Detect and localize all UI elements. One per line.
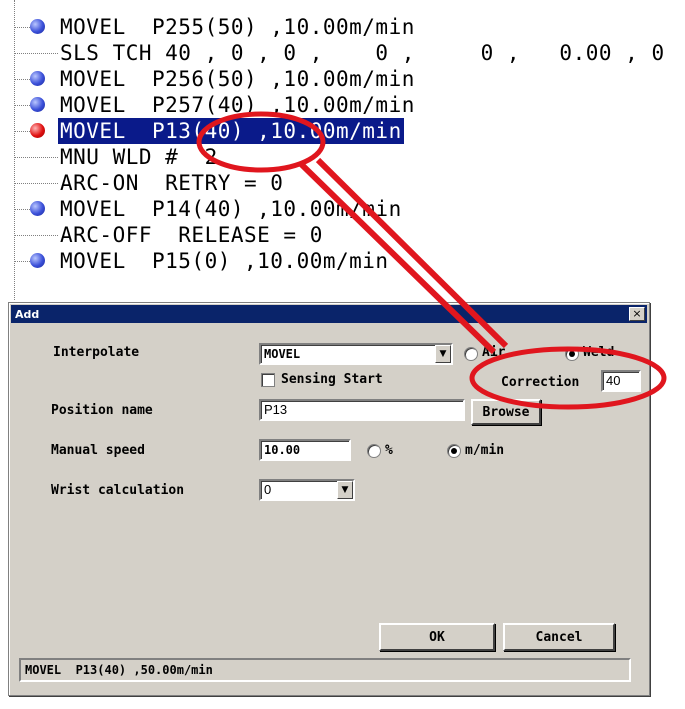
percent-radio[interactable] [367,444,381,458]
program-line-text: ARC-OFF RELEASE = 0 [60,223,323,247]
interpolate-select[interactable]: MOVEL ▼ [259,343,453,365]
chevron-down-icon[interactable]: ▼ [435,345,451,363]
program-line-text: SLS TCH 40 , 0 , 0 , 0 , 0 , 0.00 , 0 [60,41,665,65]
dialog-title: Add [15,307,40,321]
program-line-text: MOVEL P14(40) ,10.00m/min [60,197,402,221]
position-name-label: Position name [51,403,153,418]
manual-speed-input[interactable]: 10.00 [259,439,351,461]
program-line-text: MOVEL P256(50) ,10.00m/min [60,67,415,91]
red-point-icon [30,123,45,138]
tree-dots [14,157,58,158]
program-line[interactable]: ARC-OFF RELEASE = 0 [0,222,685,248]
sensing-start-checkbox[interactable] [261,373,275,387]
air-radio[interactable] [464,347,478,361]
program-line-text: MOVEL P257(40) ,10.00m/min [60,93,415,117]
percent-label: % [385,443,393,458]
add-dialog: Add × Interpolate MOVEL ▼ Air Weld Sensi… [8,302,650,696]
program-line[interactable]: MOVEL P15(0) ,10.00m/min [0,248,685,274]
program-line[interactable]: MOVEL P256(50) ,10.00m/min [0,66,685,92]
program-line[interactable]: ARC-ON RETRY = 0 [0,170,685,196]
blue-point-icon [30,201,45,216]
program-list: MOVEL P255(50) ,10.00m/min SLS TCH 40 , … [0,0,685,300]
mmin-label: m/min [465,443,505,458]
tree-dots [14,53,58,54]
weld-label: Weld [583,345,615,360]
correction-label: Correction [501,375,580,390]
program-line[interactable]: MOVEL P14(40) ,10.00m/min [0,196,685,222]
close-button[interactable]: × [629,307,645,321]
program-line-text: MOVEL P15(0) ,10.00m/min [60,249,389,273]
tree-dots [14,183,58,184]
program-line-text: MOVEL P13(40) ,10.00m/min [58,118,404,144]
cancel-button[interactable]: Cancel [503,623,615,651]
blue-point-icon [30,253,45,268]
program-line[interactable]: MOVEL P255(50) ,10.00m/min [0,14,685,40]
dialog-titlebar[interactable]: Add × [11,305,647,323]
program-line[interactable]: MNU WLD # 2 [0,144,685,170]
correction-input[interactable]: 40 [601,370,641,392]
program-line-text: MNU WLD # 2 [60,145,218,169]
program-line-text: MOVEL P255(50) ,10.00m/min [60,15,415,39]
mmin-radio[interactable] [447,444,461,458]
wrist-calc-label: Wrist calculation [51,483,185,498]
position-name-input[interactable]: P13 [259,399,465,421]
ok-button[interactable]: OK [379,623,495,651]
program-line[interactable]: MOVEL P257(40) ,10.00m/min [0,92,685,118]
tree-dots [14,235,58,236]
interpolate-value: MOVEL [264,347,301,361]
browse-button[interactable]: Browse [471,399,541,425]
blue-point-icon [30,97,45,112]
blue-point-icon [30,71,45,86]
chevron-down-icon[interactable]: ▼ [337,481,353,499]
interpolate-label: Interpolate [53,345,140,360]
program-line[interactable]: SLS TCH 40 , 0 , 0 , 0 , 0 , 0.00 , 0 [0,40,685,66]
program-line-selected[interactable]: MOVEL P13(40) ,10.00m/min [0,118,685,144]
sensing-start-label: Sensing Start [281,372,383,387]
weld-radio[interactable] [565,347,579,361]
air-label: Air [482,345,506,360]
program-line-text: ARC-ON RETRY = 0 [60,171,284,195]
status-bar: MOVEL P13(40) ,50.00m/min [19,658,631,682]
wrist-calc-value: 0 [264,482,272,497]
manual-speed-label: Manual speed [51,443,145,458]
blue-point-icon [30,19,45,34]
wrist-calc-select[interactable]: 0 ▼ [259,479,355,501]
